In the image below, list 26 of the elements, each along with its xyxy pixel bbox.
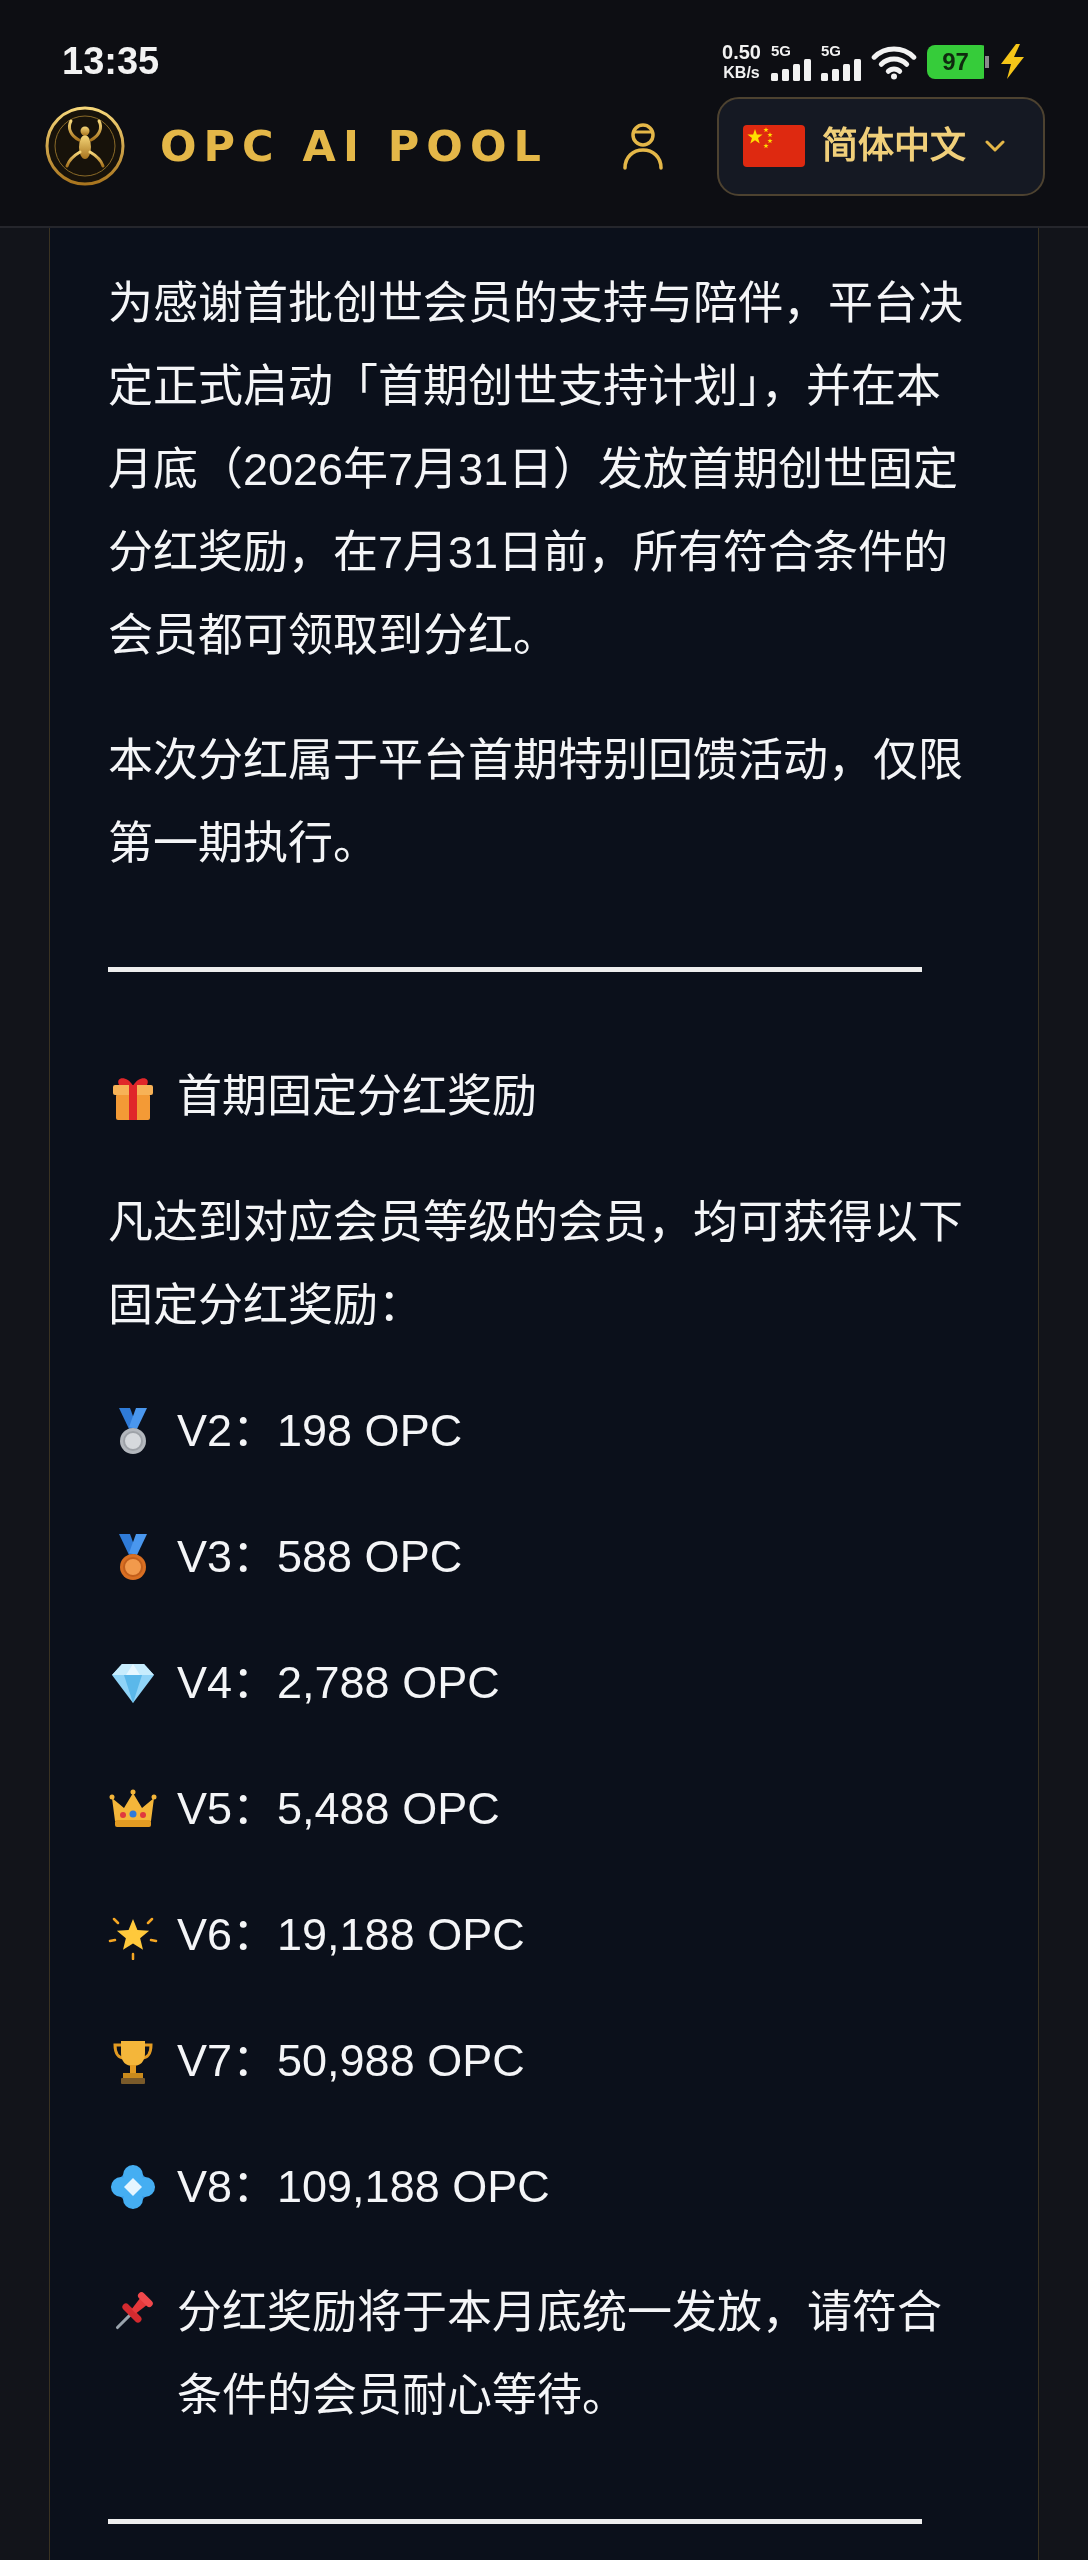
reward-tier-text: V2：198 OPC	[177, 1404, 463, 1458]
network-type-label: 5G	[771, 42, 791, 58]
flag-icon	[743, 125, 805, 167]
user-icon[interactable]	[621, 121, 665, 171]
reward-tier-text: V4：2,788 OPC	[177, 1656, 500, 1710]
signal-bars-icon	[771, 58, 811, 81]
reward-tier-text: V5：5,488 OPC	[177, 1782, 500, 1836]
network-type-label: 5G	[821, 42, 841, 58]
network-speed-unit: KB/s	[723, 65, 760, 81]
chevron-down-icon	[985, 140, 1005, 152]
section-heading: 首期固定分红奖励	[177, 1070, 537, 1124]
signal-bars-icon	[821, 58, 861, 81]
battery-indicator: 97	[927, 44, 989, 79]
body-paragraph: 本次分红属于平台首期特别回馈活动，仅限第一期执行。	[108, 734, 964, 871]
body-paragraph: 为感谢首批创世会员的支持与陪伴，平台决定正式启动「首期创世支持计划」，并在本月底（2026年7月31日）发放首期创世固定分红奖励，在7月31日前，所有符合条件的会员都可领取到分红。	[108, 277, 964, 663]
status-time: 13:35	[62, 42, 160, 80]
reward-tier-text: V6：19,188 OPC	[177, 1908, 525, 1962]
language-selector[interactable]: 简体中文	[717, 96, 1045, 196]
reward-tier-text: V3：588 OPC	[177, 1530, 463, 1584]
notice-text: 分红奖励将于本月底统一发放，请符合条件的会员耐心等待。	[177, 2286, 943, 2423]
reward-tier-text: V8：109,188 OPC	[177, 2160, 550, 2214]
body-paragraph: 凡达到对应会员等级的会员，均可获得以下固定分红奖励：	[108, 1196, 964, 1333]
network-speed-value: 0.50	[722, 42, 761, 62]
reward-tier-text: V7：50,988 OPC	[177, 2034, 525, 2088]
emblem-icon	[45, 106, 125, 186]
brand-title: OPC AI POOL	[160, 124, 548, 168]
